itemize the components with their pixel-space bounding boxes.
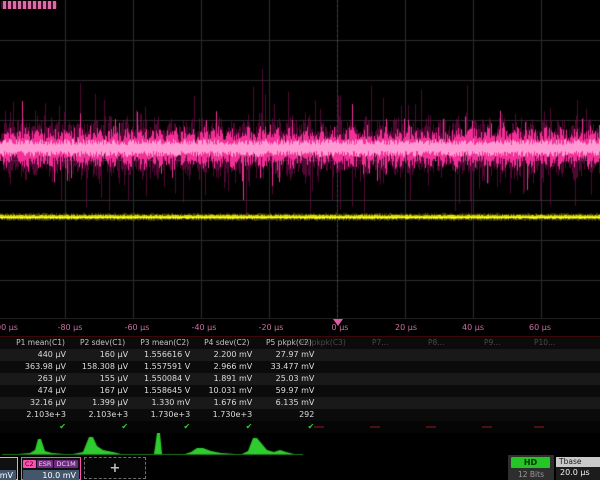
measure-value: 160 µV [74, 349, 131, 361]
tbase-scale: 20.0 µs [556, 467, 600, 479]
hd-bits-label: 12 Bits [511, 470, 551, 479]
status-ok-icon: ✔ [136, 421, 193, 433]
status-ok-icon: ✔ [198, 421, 255, 433]
axis-tick-label: 40 µs [462, 323, 484, 332]
measure-value: 158.308 µV [74, 361, 131, 373]
measure-row-mean: 363.98 µV 158.308 µV 1.557591 V 2.966 mV… [0, 361, 600, 373]
axis-tick-label: 20 µs [395, 323, 417, 332]
measure-value: 292 [260, 409, 317, 421]
tbase-label: Tbase [556, 457, 600, 467]
measure-row-max: 474 µV 167 µV 1.558645 V 10.031 mV 59.97… [0, 385, 600, 397]
measure-header-p7[interactable]: P7... [372, 337, 388, 349]
axis-tick-label: -60 µs [125, 323, 150, 332]
measure-value: 1.730e+3 [198, 409, 255, 421]
measure-value: 474 µV [12, 385, 69, 397]
measure-value: 59.97 mV [260, 385, 317, 397]
add-trace-button[interactable]: + [84, 457, 146, 479]
axis-tick-label: -100 µs [0, 323, 18, 332]
measure-value: 32.16 µV [12, 397, 69, 409]
measure-row-num: 2.103e+3 2.103e+3 1.730e+3 1.730e+3 292 [0, 409, 600, 421]
measure-value: 167 µV [74, 385, 131, 397]
channel-c2-descriptor[interactable]: C2 ESR DC1M 10.0 mV [21, 457, 81, 480]
measure-header-p3[interactable]: P3 mean(C2) [136, 337, 193, 349]
status-na-icon [534, 426, 544, 428]
c2-vertical-scale: 10.0 mV [23, 470, 79, 480]
measure-value: 1.558645 V [136, 385, 193, 397]
c2-coupling-badge: DC1M [54, 460, 77, 468]
measure-row-sdev: 32.16 µV 1.399 µV 1.330 mV 1.676 mV 6.13… [0, 397, 600, 409]
axis-tick-label: -20 µs [259, 323, 284, 332]
measure-row-status: ✔ ✔ ✔ ✔ ✔ [0, 421, 600, 433]
measurement-table: P1 mean(C1) P2 sdev(C1) P3 mean(C2) P4 s… [0, 336, 600, 434]
measure-value: 1.557591 V [136, 361, 193, 373]
measure-value: 6.135 mV [260, 397, 317, 409]
measure-value: 2.200 mV [198, 349, 255, 361]
trigger-position-icon[interactable] [333, 319, 343, 326]
measure-header-p6[interactable]: P6 pkpk(C3) [300, 337, 346, 349]
measure-value: 263 µV [12, 373, 69, 385]
status-na-icon [482, 426, 492, 428]
status-na-icon [426, 426, 436, 428]
timebase-descriptor[interactable]: Tbase 20.0 µs [556, 457, 600, 480]
axis-tick-label: -40 µs [192, 323, 217, 332]
measure-header-p1[interactable]: P1 mean(C1) [12, 337, 69, 349]
c2-esr-badge: ESR [37, 460, 54, 468]
measure-value: 33.477 mV [260, 361, 317, 373]
waveform-display[interactable] [0, 0, 600, 318]
measure-header-p10[interactable]: P10... [534, 337, 555, 349]
measure-value: 1.399 µV [74, 397, 131, 409]
measure-value: 25.03 mV [260, 373, 317, 385]
axis-tick-label: 60 µs [529, 323, 551, 332]
measure-value: 155 µV [74, 373, 131, 385]
measure-header-p8[interactable]: P8... [428, 337, 444, 349]
c2-label: C2 [23, 460, 36, 468]
status-ok-icon: ✔ [74, 421, 131, 433]
measure-header-p2[interactable]: P2 sdev(C1) [74, 337, 131, 349]
measure-value: 1.730e+3 [136, 409, 193, 421]
measure-header-row: P1 mean(C1) P2 sdev(C1) P3 mean(C2) P4 s… [0, 337, 600, 349]
timebase-axis: -100 µs -80 µs -60 µs -40 µs -20 µs 0 µs… [0, 318, 600, 337]
status-na-icon [314, 426, 324, 428]
measure-value: 1.330 mV [136, 397, 193, 409]
status-ok-icon: ✔ [260, 421, 317, 433]
measure-value: 1.550084 V [136, 373, 193, 385]
measure-value: 2.966 mV [198, 361, 255, 373]
measure-value: 363.98 µV [12, 361, 69, 373]
channel-c1-descriptor[interactable]: C1 DC1M 10.0 mV [0, 457, 18, 480]
c1-vertical-scale: 10.0 mV [0, 470, 16, 480]
measure-row-value: 440 µV 160 µV 1.556616 V 2.200 mV 27.97 … [0, 349, 600, 361]
measure-value: 2.103e+3 [12, 409, 69, 421]
measure-row-min: 263 µV 155 µV 1.550084 V 1.891 mV 25.03 … [0, 373, 600, 385]
descriptor-bar: C1 DC1M 10.0 mV C2 ESR DC1M 10.0 mV + HD… [0, 457, 600, 480]
measure-header-p4[interactable]: P4 sdev(C2) [198, 337, 255, 349]
oscilloscope-screen: -100 µs -80 µs -60 µs -40 µs -20 µs 0 µs… [0, 0, 600, 480]
status-ok-icon: ✔ [12, 421, 69, 433]
measurement-histicons [0, 433, 600, 457]
measure-value: 1.556616 V [136, 349, 193, 361]
measure-value: 1.676 mV [198, 397, 255, 409]
measure-value: 27.97 mV [260, 349, 317, 361]
measure-value: 440 µV [12, 349, 69, 361]
status-na-icon [370, 426, 380, 428]
trace-annotation-badge [1, 1, 57, 9]
hd-mode-badge[interactable]: HD [511, 457, 550, 468]
measure-header-p9[interactable]: P9... [484, 337, 500, 349]
measure-value: 2.103e+3 [74, 409, 131, 421]
measure-value: 1.891 mV [198, 373, 255, 385]
axis-tick-label: -80 µs [58, 323, 83, 332]
measure-value: 10.031 mV [198, 385, 255, 397]
